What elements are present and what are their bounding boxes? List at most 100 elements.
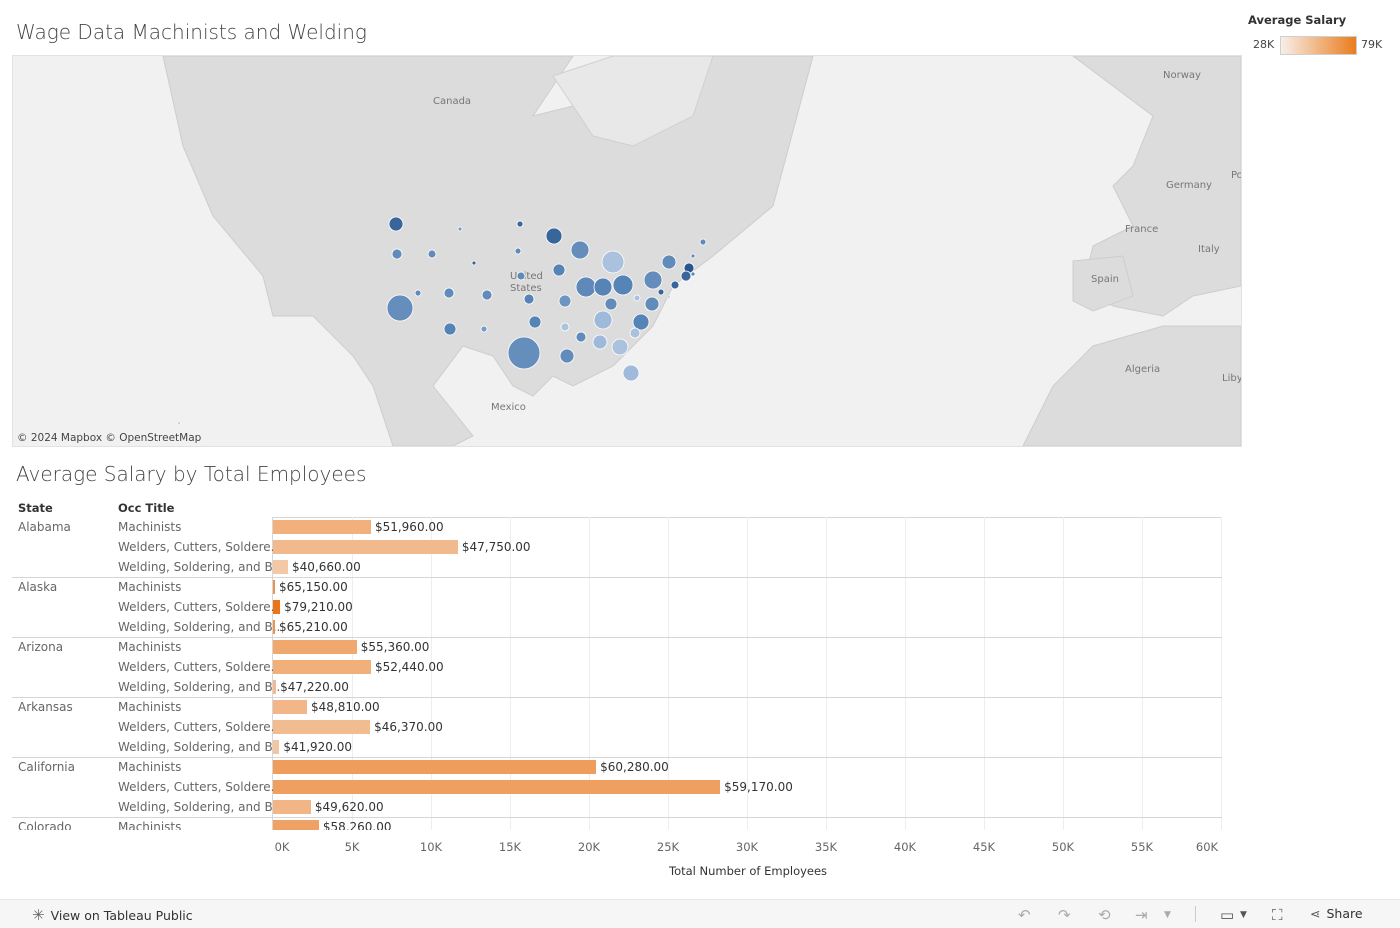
state-bubble[interactable]	[670, 280, 680, 290]
state-bubble[interactable]	[443, 322, 457, 336]
occ-title-label[interactable]: Welders, Cutters, Soldere..	[118, 660, 278, 674]
state-bubble[interactable]	[177, 421, 181, 425]
state-bubble[interactable]	[680, 270, 692, 282]
download-icon[interactable]: ▭	[1220, 906, 1234, 924]
state-bubble[interactable]	[545, 227, 563, 245]
employee-bar[interactable]	[273, 600, 281, 614]
state-bubble[interactable]	[507, 336, 541, 370]
occ-title-label[interactable]: Machinists	[118, 520, 181, 534]
state-label[interactable]: Alabama	[18, 520, 71, 534]
employee-bar[interactable]	[273, 800, 311, 814]
employee-bar[interactable]	[273, 760, 597, 774]
occ-title-label[interactable]: Machinists	[118, 820, 181, 830]
state-bubble[interactable]	[699, 238, 707, 246]
occ-title-label[interactable]: Machinists	[118, 760, 181, 774]
state-label[interactable]: Arkansas	[18, 700, 73, 714]
state-bubble[interactable]	[612, 274, 634, 296]
state-bubble[interactable]	[514, 247, 522, 255]
employee-bar[interactable]	[273, 560, 288, 574]
state-label[interactable]: Colorado	[18, 820, 72, 830]
state-bubble[interactable]	[471, 260, 477, 266]
refresh-dropdown-icon[interactable]: ▼	[1164, 910, 1171, 920]
state-bubble[interactable]	[516, 220, 524, 228]
occ-title-label[interactable]: Welding, Soldering, and B..	[118, 680, 280, 694]
state-bubble[interactable]	[601, 250, 625, 274]
share-button[interactable]: ⋖ Share	[1310, 906, 1363, 921]
download-dropdown-icon[interactable]: ▼	[1240, 910, 1247, 920]
state-bubble[interactable]	[629, 327, 641, 339]
refresh-icon[interactable]: ⇥	[1135, 906, 1148, 924]
state-bubble[interactable]	[575, 331, 587, 343]
employee-bar[interactable]	[273, 660, 371, 674]
state-bubble[interactable]	[388, 216, 404, 232]
state-bubble[interactable]	[593, 310, 613, 330]
state-bubble[interactable]	[457, 226, 463, 232]
state-bubble[interactable]	[560, 322, 570, 332]
state-bubble[interactable]	[570, 240, 590, 260]
employee-bar[interactable]	[273, 820, 319, 830]
occ-title-label[interactable]: Welding, Soldering, and B..	[118, 620, 280, 634]
state-bubble[interactable]	[632, 313, 650, 331]
employee-bar[interactable]	[273, 740, 280, 754]
map-view[interactable]: Canada United States Mexico Norway Germany Fra…	[12, 55, 1242, 447]
employee-bar[interactable]	[273, 720, 371, 734]
state-bubble[interactable]	[558, 294, 572, 308]
state-bubble[interactable]	[480, 325, 488, 333]
state-bubble[interactable]	[667, 295, 671, 299]
occ-title-label[interactable]: Welders, Cutters, Soldere..	[118, 720, 278, 734]
redo-icon[interactable]: ↷	[1058, 906, 1071, 924]
state-bubble[interactable]	[575, 276, 597, 298]
occ-title-label[interactable]: Welders, Cutters, Soldere..	[118, 540, 278, 554]
occ-title-label[interactable]: Welding, Soldering, and B..	[118, 560, 280, 574]
occ-title-label[interactable]: Welding, Soldering, and B..	[118, 740, 280, 754]
employee-bar[interactable]	[273, 580, 275, 594]
state-label[interactable]: Arizona	[18, 640, 63, 654]
state-bubble[interactable]	[592, 334, 608, 350]
state-bubble[interactable]	[633, 294, 641, 302]
bar-chart-plot[interactable]: Alabama Machinists $51,960.00 Welders, Cutt…	[12, 517, 1222, 830]
state-bubble[interactable]	[427, 249, 437, 259]
employee-bar[interactable]	[273, 520, 371, 534]
view-on-tableau-button[interactable]: ✳ View on Tableau Public	[32, 906, 193, 924]
state-bubble[interactable]	[661, 254, 677, 270]
state-bubble[interactable]	[644, 296, 660, 312]
employee-bar[interactable]	[273, 540, 458, 554]
fullscreen-icon[interactable]: ⛶	[1272, 906, 1283, 924]
state-bubble[interactable]	[414, 289, 422, 297]
state-bubble[interactable]	[593, 277, 613, 297]
state-bubble[interactable]	[528, 315, 542, 329]
employee-bar[interactable]	[273, 640, 357, 654]
occ-title-label[interactable]: Machinists	[118, 700, 181, 714]
state-bubble[interactable]	[559, 348, 575, 364]
state-bubble[interactable]	[657, 288, 665, 296]
state-bubble[interactable]	[622, 364, 640, 382]
occ-title-column-header[interactable]: Occ Title	[118, 501, 174, 515]
employee-bar[interactable]	[273, 680, 277, 694]
state-bubble[interactable]	[481, 289, 493, 301]
employee-bar[interactable]	[273, 620, 275, 634]
employee-bar[interactable]	[273, 780, 721, 794]
occ-title-label[interactable]: Welders, Cutters, Soldere..	[118, 780, 278, 794]
state-bubble[interactable]	[386, 294, 414, 322]
state-bubble[interactable]	[391, 248, 403, 260]
occ-title-label[interactable]: Machinists	[118, 640, 181, 654]
state-label[interactable]: Alaska	[18, 580, 57, 594]
state-bubble[interactable]	[523, 293, 535, 305]
state-bubble[interactable]	[516, 271, 526, 281]
state-bubble[interactable]	[443, 287, 455, 299]
state-bubble[interactable]	[604, 297, 618, 311]
state-bubble[interactable]	[611, 338, 629, 356]
state-bubble[interactable]	[690, 253, 696, 259]
map-attribution[interactable]: © 2024 Mapbox © OpenStreetMap	[17, 432, 201, 444]
occ-title-label[interactable]: Machinists	[118, 580, 181, 594]
undo-icon[interactable]: ↶	[1018, 906, 1031, 924]
state-bubble[interactable]	[690, 271, 696, 277]
state-column-header[interactable]: State	[18, 501, 53, 515]
state-bubble[interactable]	[643, 270, 663, 290]
state-bubble[interactable]	[552, 263, 566, 277]
occ-title-label[interactable]: Welders, Cutters, Soldere..	[118, 600, 278, 614]
revert-icon[interactable]: ⟲	[1098, 906, 1111, 924]
state-label[interactable]: California	[18, 760, 75, 774]
employee-bar[interactable]	[273, 700, 307, 714]
occ-title-label[interactable]: Welding, Soldering, and B..	[118, 800, 280, 814]
